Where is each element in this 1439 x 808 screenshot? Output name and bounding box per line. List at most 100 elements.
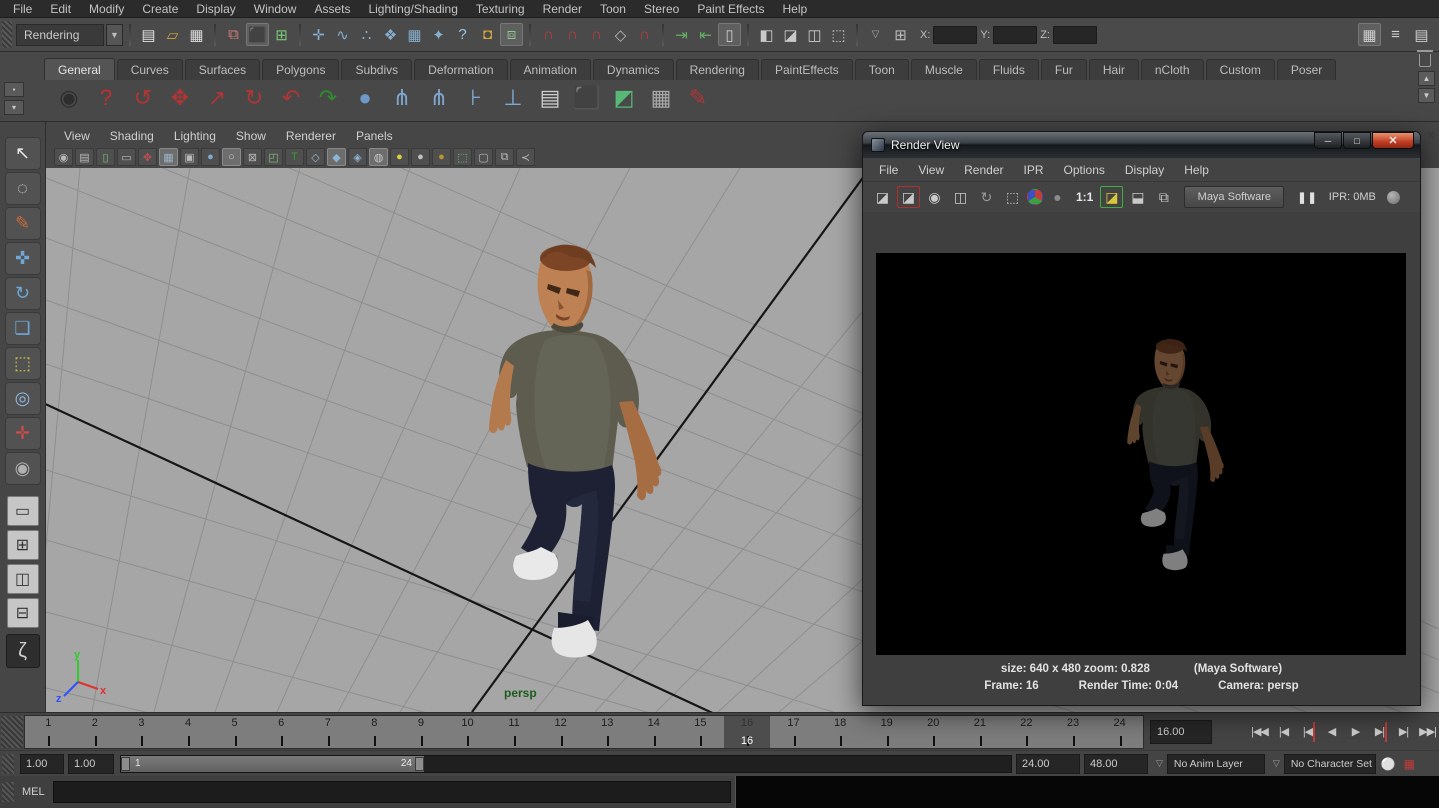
pan-zoom-2d-icon[interactable]: ✥ (138, 148, 157, 166)
shelf-tab[interactable]: Deformation (414, 59, 507, 80)
keep-image-button[interactable]: ⧉ (1152, 186, 1175, 208)
viewport-menu-item[interactable]: Lighting (164, 126, 226, 146)
show-manipulator-tool[interactable]: ✛ (5, 417, 41, 450)
rendered-image[interactable] (876, 253, 1406, 655)
quick-selection-arrow-icon[interactable]: ▽ (864, 23, 887, 46)
maximize-button[interactable]: □ (1343, 132, 1371, 149)
shelf-tab[interactable]: Toon (855, 59, 909, 80)
render-current-frame-icon[interactable]: ◪ (779, 23, 802, 46)
channel-box-icon[interactable]: ▤ (1410, 23, 1433, 46)
step-forward-frame-button[interactable]: ▶| (1392, 718, 1415, 746)
menu-item[interactable]: Display (187, 0, 244, 18)
outliner-persp-layout-button[interactable]: ◫ (7, 564, 39, 594)
animation-start-field[interactable]: 1.00 (20, 754, 64, 774)
menu-item[interactable]: Lighting/Shading (359, 0, 466, 18)
range-slider-grip[interactable] (2, 754, 14, 774)
command-line-grip[interactable] (2, 782, 14, 802)
xray-icon[interactable]: ▢ (474, 148, 493, 166)
particle-goal-icon[interactable]: ✦ (427, 23, 450, 46)
range-start-handle[interactable] (121, 757, 130, 771)
current-time-field[interactable]: 16.00 (1150, 720, 1212, 744)
step-forward-key-button[interactable]: ▶| (1368, 718, 1391, 746)
playback-start-field[interactable]: 1.00 (68, 754, 114, 774)
shelf-tab[interactable]: Dynamics (593, 59, 674, 80)
shaded-mode-icon[interactable]: ◆ (327, 148, 346, 166)
region-render-button[interactable]: ⬚ (1001, 186, 1024, 208)
viewport-menu-item[interactable]: Renderer (276, 126, 346, 146)
make-live-icon[interactable]: ▦ (403, 23, 426, 46)
timeline-frame[interactable]: 2 2 (72, 716, 119, 748)
go-to-start-button[interactable]: |◀◀ (1248, 718, 1271, 746)
menu-item[interactable]: Texturing (467, 0, 534, 18)
rotate-tool[interactable]: ↻ (5, 277, 41, 310)
render-view-menu-item[interactable]: File (869, 163, 908, 177)
auto-key-icon[interactable]: ⚪ (1380, 755, 1397, 772)
render-settings-icon[interactable]: ⬚ (827, 23, 850, 46)
select-cube-type-icon[interactable]: ▦ (644, 80, 678, 116)
timeline-frame[interactable]: 24 24 (1096, 716, 1143, 748)
select-object-type-icon[interactable]: ⬛ (570, 80, 604, 116)
play-backwards-button[interactable]: ◀ (1320, 718, 1343, 746)
anim-layer-select[interactable]: No Anim Layer (1167, 754, 1265, 774)
last-tool-used[interactable]: ◉ (5, 452, 41, 485)
open-scene-icon[interactable]: ▱ (161, 23, 184, 46)
character-set-dropdown-arrow[interactable]: ▽ (1273, 758, 1280, 769)
shelf-tab[interactable]: Rendering (676, 59, 759, 80)
paint-effects-brush-icon[interactable]: ✎ (681, 80, 715, 116)
use-all-lights-icon[interactable]: ◍ (369, 148, 388, 166)
timeline-frame[interactable]: 12 12 (537, 716, 584, 748)
range-slider-track[interactable]: 1 24 (120, 755, 1012, 773)
go-to-end-button[interactable]: ▶▶| (1416, 718, 1439, 746)
animation-preferences-icon[interactable]: ▦ (1401, 755, 1418, 772)
textured-light-icon[interactable]: ● (432, 148, 451, 166)
timeline-frame[interactable]: 13 13 (584, 716, 631, 748)
viewport-menu-item[interactable]: Shading (100, 126, 164, 146)
select-camera-icon[interactable]: ◉ (54, 148, 73, 166)
close-button[interactable]: ✕ (1372, 132, 1414, 149)
timeline-frame[interactable]: 22 22 (1003, 716, 1050, 748)
panel-close-icon[interactable]: ✕ (1424, 128, 1438, 142)
gate-mask-icon[interactable]: ○ (222, 148, 241, 166)
rgb-channels-button[interactable] (1027, 189, 1043, 205)
playback-end-field[interactable]: 24.00 (1016, 754, 1080, 774)
render-view-menu-item[interactable]: Options (1054, 163, 1115, 177)
step-back-key-button[interactable]: |◀ (1296, 718, 1319, 746)
timeline-frame[interactable]: 5 5 (211, 716, 258, 748)
construction-history-icon[interactable]: ▯ (718, 23, 741, 46)
single-pane-layout-button[interactable]: ▭ (7, 496, 39, 526)
timeline-frame[interactable]: 8 8 (351, 716, 398, 748)
menu-item[interactable]: Paint Effects (688, 0, 773, 18)
select-hierarchy-icon[interactable]: ⧉ (222, 23, 245, 46)
timeline-grip[interactable] (1, 716, 23, 748)
universal-manipulator-tool[interactable]: ⬚ (5, 347, 41, 380)
shelf-tab[interactable]: Poser (1277, 59, 1336, 80)
render-view-menu-item[interactable]: IPR (1014, 163, 1054, 177)
playback-range-bar[interactable]: 1 24 (121, 756, 424, 772)
select-tool[interactable]: ↖ (5, 137, 41, 170)
range-end-handle[interactable] (415, 757, 424, 771)
viewport-menu-item[interactable]: View (54, 126, 100, 146)
snap-to-grid-icon[interactable]: ✛ (307, 23, 330, 46)
joint-tool-icon[interactable]: ⊥ (496, 80, 530, 116)
shelf-tab[interactable]: nCloth (1141, 59, 1204, 80)
timeline-ruler[interactable]: 1 1 2 2 3 3 4 (24, 715, 1144, 749)
delete-history-icon[interactable]: ● (348, 80, 382, 116)
render-view-menu-item[interactable]: Help (1174, 163, 1219, 177)
render-view-menu-item[interactable]: Render (954, 163, 1013, 177)
timeline-frame[interactable]: 7 7 (304, 716, 351, 748)
mel-input[interactable] (53, 781, 731, 803)
snapshot-button[interactable]: ◉ (923, 186, 946, 208)
select-surface-type-icon[interactable]: ◩ (607, 80, 641, 116)
textured-mode-icon[interactable]: ◈ (348, 148, 367, 166)
timeline-frame[interactable]: 3 3 (118, 716, 165, 748)
shelf-tab[interactable]: Fur (1041, 59, 1087, 80)
timeline-frame[interactable]: 6 6 (258, 716, 305, 748)
camera-dolly-tool-icon[interactable]: ↗ (200, 80, 234, 116)
timeline-frame[interactable]: 14 14 (631, 716, 678, 748)
shelf-tab[interactable]: Polygons (262, 59, 339, 80)
scale-tool[interactable]: ❏ (5, 312, 41, 345)
status-line-grip[interactable] (2, 21, 12, 47)
rigid-bind-icon[interactable]: ⋔ (422, 80, 456, 116)
timeline-frame[interactable]: 17 17 (770, 716, 817, 748)
shelf-scroll-down-button[interactable]: ▼ (1418, 88, 1435, 103)
